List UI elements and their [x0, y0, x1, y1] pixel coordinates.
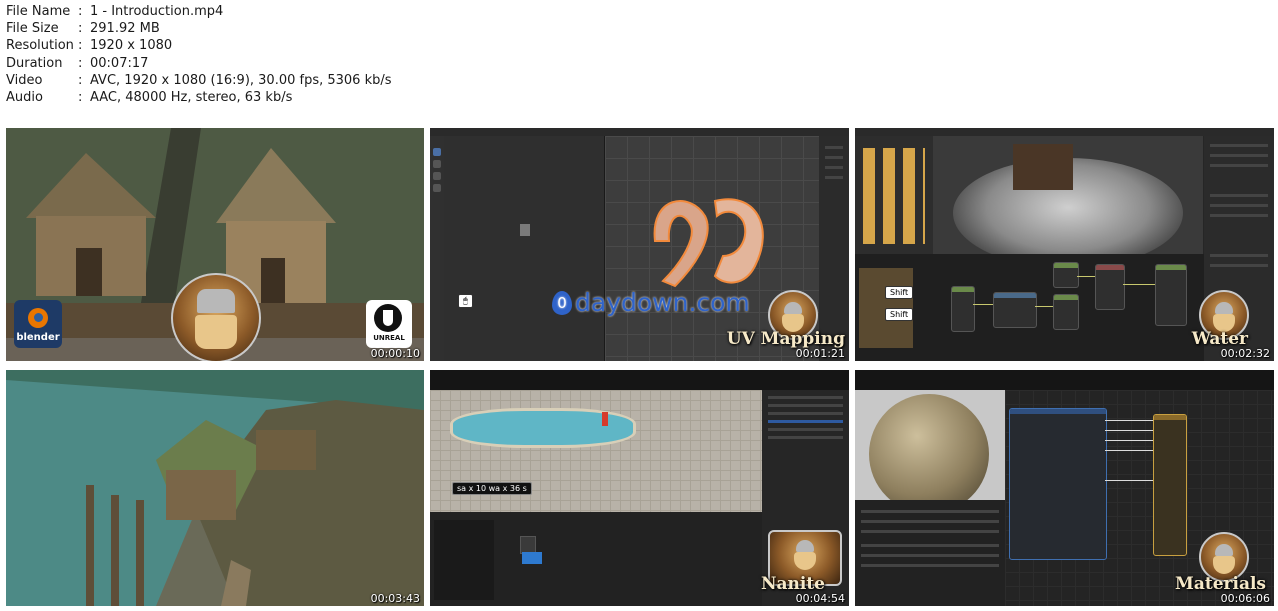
shader-node-editor[interactable]: Shift Shift	[855, 254, 1204, 361]
timestamp: 00:04:54	[795, 592, 845, 605]
outliner-panel[interactable]	[762, 390, 849, 512]
uv-editor[interactable]	[444, 136, 605, 361]
file-info-colon: :	[78, 72, 83, 88]
shortcut-keycap: Shift	[885, 308, 914, 321]
viking-emblem-icon	[171, 273, 261, 361]
file-info-row: File Name : 1 - Introduction.mp4	[6, 3, 392, 20]
watermark-text: daydown.com	[575, 288, 750, 317]
app-menubar	[430, 128, 849, 136]
shader-node[interactable]	[1095, 264, 1125, 310]
chapter-caption: UV Mapping	[726, 329, 845, 349]
properties-panel	[819, 136, 849, 361]
file-info-row: File Size : 291.92 MB	[6, 20, 392, 37]
file-info-colon: :	[78, 55, 83, 71]
details-panel[interactable]	[855, 500, 1005, 606]
file-info-key: Video	[6, 72, 43, 88]
material-preview[interactable]	[855, 390, 1005, 514]
file-info-row: Resolution : 1920 x 1080	[6, 37, 392, 54]
thumbnail-5[interactable]: sa x 10 wa x 36 s Nanite 00:04:54	[430, 370, 849, 606]
file-info-value: 1920 x 1080	[90, 38, 173, 54]
timestamp: 00:00:10	[370, 347, 420, 360]
blender-logo-text: blender	[16, 332, 60, 343]
thumbnail-6[interactable]: Materials 00:06:06	[855, 370, 1274, 606]
shader-node[interactable]	[1053, 294, 1079, 330]
file-info-value: 00:07:17	[90, 55, 149, 71]
material-output-node[interactable]	[1153, 414, 1187, 556]
shader-node[interactable]	[993, 292, 1037, 328]
timestamp: 00:03:43	[370, 592, 420, 605]
tool-column	[430, 136, 444, 361]
file-info-colon: :	[78, 38, 83, 54]
shader-node[interactable]	[1155, 264, 1187, 326]
file-info-row: Duration : 00:07:17	[6, 55, 392, 72]
chapter-caption: Nanite	[760, 574, 825, 594]
thumbnail-3[interactable]: Shift Shift Water 00:02:32	[855, 128, 1274, 361]
file-info: File Name : 1 - Introduction.mp4 File Si…	[6, 3, 392, 106]
timestamp: 00:01:21	[795, 347, 845, 360]
file-info-value: AAC, 48000 Hz, stereo, 63 kb/s	[90, 90, 293, 106]
file-info-colon: :	[78, 4, 83, 19]
rotate-tool-icon[interactable]	[433, 184, 441, 192]
select-tool-icon[interactable]	[433, 148, 441, 156]
app-menubar	[430, 370, 849, 390]
file-info-value: 291.92 MB	[90, 21, 160, 37]
unreal-logo-icon: UNREAL	[366, 300, 412, 348]
watermark: 0 daydown.com	[552, 288, 750, 317]
thumbnail-1[interactable]: blender UNREAL 00:00:10	[6, 128, 424, 361]
shader-node[interactable]	[951, 286, 975, 332]
file-info-value: 1 - Introduction.mp4	[90, 4, 224, 19]
aerial-scene-render	[6, 370, 424, 606]
mouse-indicator-icon: 🖱	[458, 294, 473, 308]
timestamp: 00:06:06	[1220, 592, 1270, 605]
file-info-row: Video : AVC, 1920 x 1080 (16:9), 30.00 f…	[6, 72, 392, 89]
3d-viewport[interactable]	[933, 136, 1203, 268]
shader-node[interactable]	[1053, 262, 1079, 288]
move-tool-icon[interactable]	[433, 172, 441, 180]
timestamp: 00:02:32	[1220, 347, 1270, 360]
content-browser[interactable]	[430, 512, 762, 606]
file-info-key: Resolution	[6, 38, 74, 54]
file-info-key: File Name	[6, 4, 71, 19]
file-info-row: Audio : AAC, 48000 Hz, stereo, 63 kb/s	[6, 89, 392, 106]
app-menubar	[855, 128, 1274, 136]
file-info-colon: :	[78, 21, 83, 37]
file-info-value: AVC, 1920 x 1080 (16:9), 30.00 fps, 5306…	[90, 72, 392, 88]
blender-logo-icon: blender	[14, 300, 62, 348]
unreal-logo-text: UNREAL	[373, 334, 405, 342]
file-info-colon: :	[78, 90, 83, 106]
texture-parameters-node[interactable]	[1009, 408, 1107, 560]
chapter-caption: Materials	[1175, 574, 1266, 594]
thumbnail-2[interactable]: 🖱 0 daydown.com UV Mapping 00:01:21	[430, 128, 849, 361]
shortcut-keycap: Shift	[885, 286, 914, 299]
watermark-logo-icon: 0	[552, 290, 572, 315]
app-menubar	[855, 370, 1274, 390]
chapter-caption: Water	[1191, 329, 1248, 349]
file-browser[interactable]	[855, 136, 933, 254]
thumbnail-4[interactable]: 00:03:43	[6, 370, 424, 606]
file-info-key: File Size	[6, 21, 59, 37]
thumbnail-grid: blender UNREAL 00:00:10 🖱 0 daydown.com …	[6, 128, 1274, 606]
file-info-key: Duration	[6, 55, 63, 71]
stats-overlay: sa x 10 wa x 36 s	[452, 482, 532, 495]
file-info-key: Audio	[6, 90, 43, 106]
cursor-tool-icon[interactable]	[433, 160, 441, 168]
